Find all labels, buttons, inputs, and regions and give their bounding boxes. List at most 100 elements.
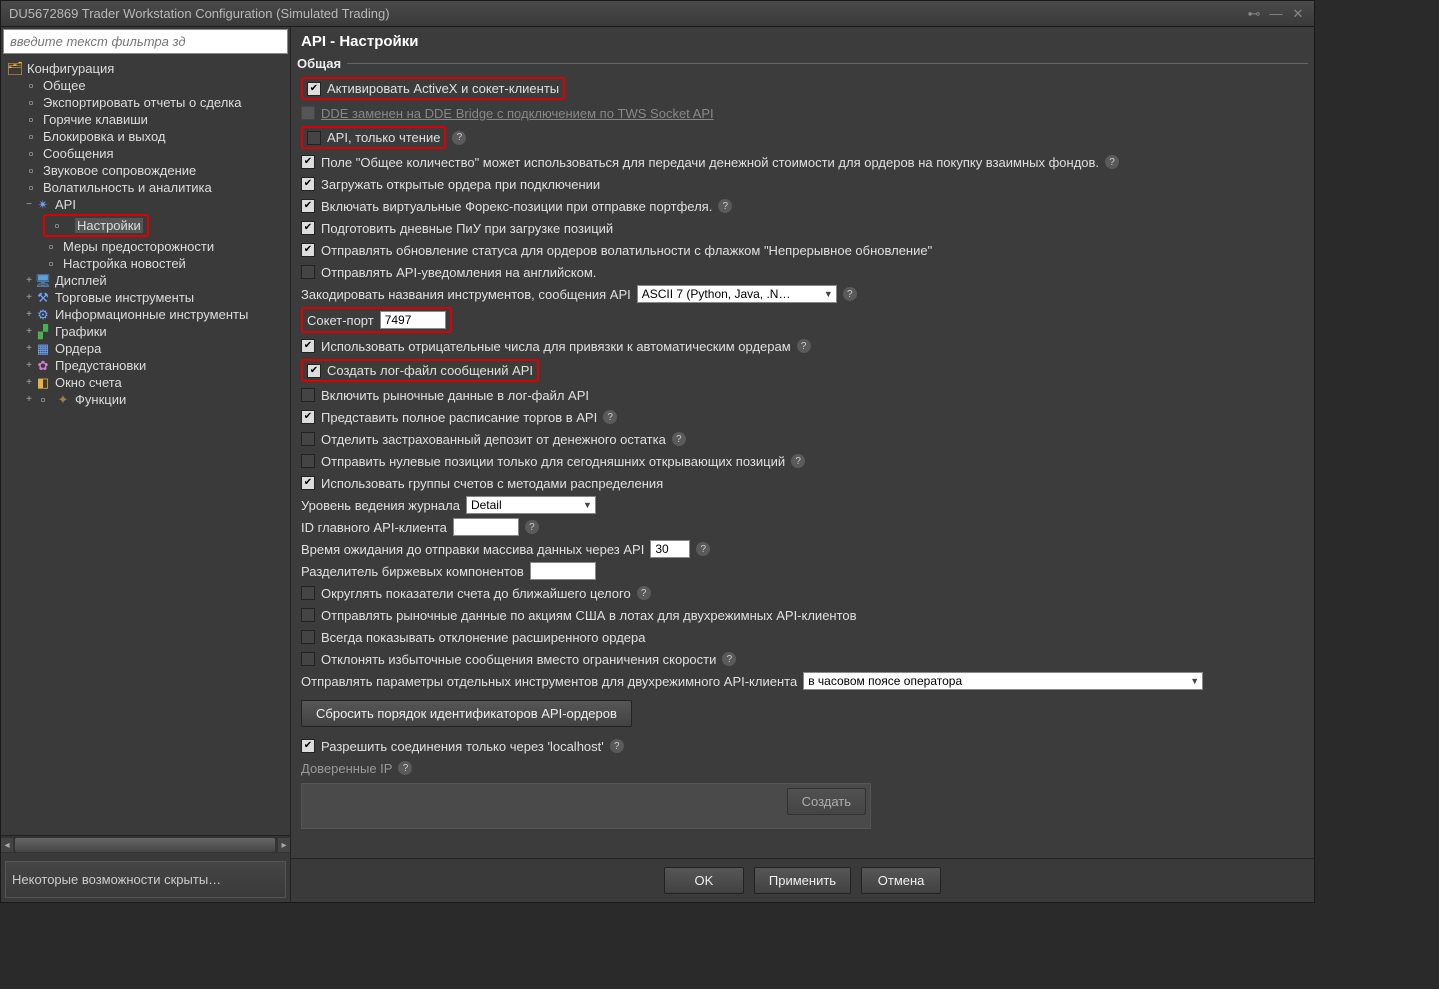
pin-icon[interactable]: ⊷ xyxy=(1246,7,1262,21)
tree-trading[interactable]: +⚒Торговые инструменты xyxy=(3,289,288,306)
folder-icon: 🗂 xyxy=(7,62,23,76)
socket-port-input[interactable] xyxy=(380,311,446,329)
apply-button[interactable]: Применить xyxy=(754,867,851,894)
display-icon: 🖥 xyxy=(35,274,51,288)
checkbox-send-zero[interactable] xyxy=(301,454,315,468)
help-icon[interactable]: ? xyxy=(722,652,736,666)
scroll-left-icon[interactable]: ◂ xyxy=(1,838,13,852)
checkbox-send-status[interactable] xyxy=(301,243,315,257)
tree-export[interactable]: ▫Экспортировать отчеты о сделка xyxy=(3,94,288,111)
encoding-select[interactable]: ASCII 7 (Python, Java, .N… xyxy=(637,285,837,303)
chevron-right-icon[interactable]: + xyxy=(23,343,35,354)
help-icon[interactable]: ? xyxy=(843,287,857,301)
tree-api[interactable]: −✴API xyxy=(3,196,288,213)
chevron-right-icon[interactable]: + xyxy=(23,360,35,371)
log-level-select[interactable]: Detail xyxy=(466,496,596,514)
tree-volatility[interactable]: ▫Волатильность и аналитика xyxy=(3,179,288,196)
tree-general[interactable]: ▫Общее xyxy=(3,77,288,94)
tree-root[interactable]: 🗂Конфигурация xyxy=(3,60,288,77)
filter-input[interactable] xyxy=(3,29,288,54)
hidden-features-note[interactable]: Некоторые возможности скрыты… xyxy=(5,861,286,898)
settings-form: Активировать ActiveX и сокет-клиенты DDE… xyxy=(291,71,1314,858)
tree-api-settings[interactable]: ▫Настройки xyxy=(3,213,288,238)
checkbox-use-groups[interactable] xyxy=(301,476,315,490)
help-icon[interactable]: ? xyxy=(398,761,412,775)
checkbox-us-lots[interactable] xyxy=(301,608,315,622)
delimiter-input[interactable] xyxy=(530,562,596,580)
sidebar: 🗂Конфигурация ▫Общее ▫Экспортировать отч… xyxy=(1,27,291,902)
tree-presets[interactable]: +✿Предустановки xyxy=(3,357,288,374)
tree-account[interactable]: +◧Окно счета xyxy=(3,374,288,391)
tree-orders[interactable]: +▦Ордера xyxy=(3,340,288,357)
help-icon[interactable]: ? xyxy=(718,199,732,213)
tree-api-precautions[interactable]: ▫Меры предосторожности xyxy=(3,238,288,255)
help-icon[interactable]: ? xyxy=(696,542,710,556)
checkbox-english[interactable] xyxy=(301,265,315,279)
tree-functions[interactable]: +▫✦Функции xyxy=(3,391,288,408)
tree-display[interactable]: +🖥Дисплей xyxy=(3,272,288,289)
help-icon[interactable]: ? xyxy=(1105,155,1119,169)
help-icon[interactable]: ? xyxy=(525,520,539,534)
checkbox-total-qty[interactable] xyxy=(301,155,315,169)
ok-button[interactable]: OK xyxy=(664,867,744,894)
scroll-right-icon[interactable]: ▸ xyxy=(278,838,290,852)
checkbox-virtual-fx[interactable] xyxy=(301,199,315,213)
chevron-right-icon[interactable]: + xyxy=(23,326,35,337)
create-ip-button[interactable]: Создать xyxy=(787,788,866,815)
help-icon[interactable]: ? xyxy=(791,454,805,468)
checkbox-dde xyxy=(301,106,315,120)
checkbox-separate-deposit[interactable] xyxy=(301,432,315,446)
tree-charts[interactable]: +▞Графики xyxy=(3,323,288,340)
chevron-right-icon[interactable]: + xyxy=(23,292,35,303)
help-icon[interactable]: ? xyxy=(672,432,686,446)
orders-icon: ▦ xyxy=(35,342,51,356)
reset-ids-button[interactable]: Сбросить порядок идентификаторов API-орд… xyxy=(301,700,632,727)
help-icon[interactable]: ? xyxy=(797,339,811,353)
checkbox-reject-excess[interactable] xyxy=(301,652,315,666)
chart-icon: ▞ xyxy=(35,325,51,339)
preset-icon: ✿ xyxy=(35,359,51,373)
checkbox-localhost[interactable] xyxy=(301,739,315,753)
chevron-down-icon[interactable]: − xyxy=(23,199,35,210)
checkbox-prepare-pnl[interactable] xyxy=(301,221,315,235)
checkbox-neg-numbers[interactable] xyxy=(301,339,315,353)
chevron-right-icon[interactable]: + xyxy=(23,275,35,286)
chevron-right-icon[interactable]: + xyxy=(23,394,35,405)
tree-info[interactable]: +⚙Информационные инструменты xyxy=(3,306,288,323)
checkbox-full-schedule[interactable] xyxy=(301,410,315,424)
dde-link[interactable]: DDE заменен на DDE Bridge с подключением… xyxy=(321,106,714,121)
window-title: DU5672869 Trader Workstation Configurati… xyxy=(9,6,1246,21)
timeout-input[interactable] xyxy=(650,540,690,558)
page-icon: ▫ xyxy=(23,113,39,127)
tree-sound[interactable]: ▫Звуковое сопровождение xyxy=(3,162,288,179)
checkbox-activex[interactable] xyxy=(307,82,321,96)
cancel-button[interactable]: Отмена xyxy=(861,867,941,894)
checkbox-readonly[interactable] xyxy=(307,131,321,145)
help-icon[interactable]: ? xyxy=(637,586,651,600)
trusted-ip-area: Создать xyxy=(301,783,871,829)
chevron-right-icon[interactable]: + xyxy=(23,377,35,388)
help-icon[interactable]: ? xyxy=(452,131,466,145)
help-icon[interactable]: ? xyxy=(603,410,617,424)
checkbox-include-market[interactable] xyxy=(301,388,315,402)
gear-icon: ✴ xyxy=(35,198,51,212)
tree-api-news[interactable]: ▫Настройка новостей xyxy=(3,255,288,272)
checkbox-round[interactable] xyxy=(301,586,315,600)
tree-lock[interactable]: ▫Блокировка и выход xyxy=(3,128,288,145)
checkbox-load-open[interactable] xyxy=(301,177,315,191)
chevron-right-icon[interactable]: + xyxy=(23,309,35,320)
close-icon[interactable]: ✕ xyxy=(1290,7,1306,21)
checkbox-always-show[interactable] xyxy=(301,630,315,644)
scrollbar-thumb[interactable] xyxy=(15,838,275,852)
sidebar-scrollbar[interactable]: ◂ ▸ xyxy=(1,835,290,853)
help-icon[interactable]: ? xyxy=(610,739,624,753)
tree-hotkeys[interactable]: ▫Горячие клавиши xyxy=(3,111,288,128)
tree-messages[interactable]: ▫Сообщения xyxy=(3,145,288,162)
account-icon: ◧ xyxy=(35,376,51,390)
page-icon: ▫ xyxy=(43,257,59,271)
checkbox-create-log[interactable] xyxy=(307,364,321,378)
window-body: 🗂Конфигурация ▫Общее ▫Экспортировать отч… xyxy=(1,27,1314,902)
timezone-select[interactable]: в часовом поясе оператора xyxy=(803,672,1203,690)
minimize-icon[interactable]: — xyxy=(1268,7,1284,21)
master-id-input[interactable] xyxy=(453,518,519,536)
